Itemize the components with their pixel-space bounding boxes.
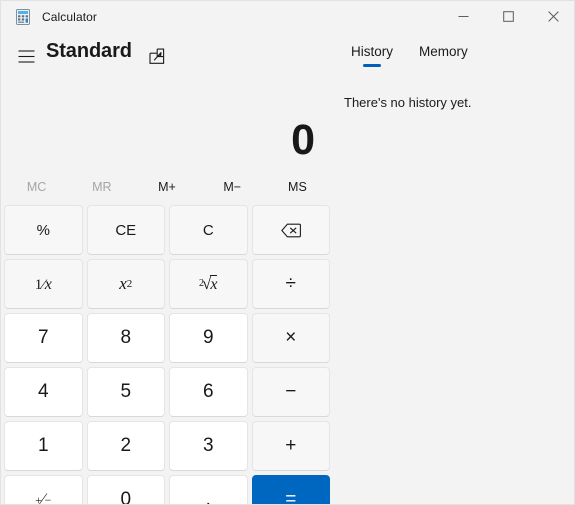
plus-minus-glyph: + ⁄ −	[35, 491, 52, 505]
memory-store-button[interactable]: MS	[265, 173, 330, 201]
title-bar-left: Calculator	[1, 1, 97, 32]
equals-button-label: =	[285, 489, 297, 505]
window-title: Calculator	[42, 9, 98, 24]
backspace-button[interactable]	[251, 205, 330, 255]
decimal-point-button-label: .	[205, 489, 211, 505]
backspace-icon	[253, 206, 330, 254]
hamburger-menu-icon[interactable]	[11, 41, 41, 71]
square-glyph: x2	[119, 274, 133, 293]
display-value: 0	[291, 116, 315, 164]
add-button-label: +	[285, 435, 297, 456]
maximize-button[interactable]	[486, 1, 531, 32]
history-empty-message: There's no history yet.	[344, 95, 472, 110]
decimal-point-button[interactable]: .	[169, 475, 248, 505]
subtract-button[interactable]: −	[251, 367, 330, 417]
digit-1-button-label: 1	[37, 435, 49, 456]
keypad-grid: % CE C 1⁄x x 2 2 √ x ÷ 7 8 9 × 4 5 6 − 1 2 3 + + ⁄ − 0. =	[4, 205, 330, 505]
tab-history[interactable]: History	[341, 40, 403, 69]
clear-button-label: C	[202, 221, 214, 239]
digit-4-button[interactable]: 4	[4, 367, 83, 417]
keep-on-top-icon[interactable]	[143, 42, 171, 70]
clear-button[interactable]: C	[169, 205, 248, 255]
digit-7-button-label: 7	[37, 327, 49, 348]
tab-memory-label: Memory	[419, 44, 468, 59]
digit-4-button-label: 4	[37, 381, 49, 402]
percent-button-label: %	[36, 221, 50, 239]
divide-button-label: ÷	[285, 273, 296, 294]
tab-inactive-indicator	[434, 64, 452, 67]
digit-0-button-label: 0	[120, 489, 132, 505]
clear-entry-button-label: CE	[115, 221, 137, 239]
equals-button[interactable]: =	[251, 475, 330, 505]
close-button[interactable]	[531, 1, 574, 32]
memory-clear-button: MC	[26, 180, 47, 194]
sqrt-glyph: 2 √ x	[199, 274, 218, 293]
digit-6-button-label: 6	[202, 381, 214, 402]
multiply-button[interactable]: ×	[251, 313, 330, 363]
memory-recall-button: MR	[92, 180, 112, 194]
window-controls	[441, 1, 574, 32]
history-memory-panel: History Memory There's no history yet.	[333, 32, 574, 504]
calculator-panel: 0 MC MR M+ M− MS % CE C 1⁄x x 2 2 √ x ÷ 7 8 9 × 4 5 6 − 1 2 3 + + ⁄…	[1, 80, 333, 505]
add-button[interactable]: +	[251, 421, 330, 471]
digit-2-button[interactable]: 2	[86, 421, 165, 471]
multiply-button-label: ×	[285, 327, 297, 348]
digit-9-button-label: 9	[202, 327, 214, 348]
percent-button[interactable]: %	[4, 205, 83, 255]
square-root-button[interactable]: 2 √ x	[169, 259, 248, 309]
digit-5-button[interactable]: 5	[86, 367, 165, 417]
subtract-button-label: −	[285, 381, 297, 402]
tab-active-indicator	[363, 64, 381, 67]
panel-tab-list: History Memory	[341, 40, 478, 69]
page-title: Standard	[46, 40, 132, 62]
digit-3-button-label: 3	[202, 435, 214, 456]
divide-button[interactable]: ÷	[251, 259, 330, 309]
calculator-icon	[15, 8, 31, 25]
reciprocal-glyph: 1⁄x	[34, 276, 52, 293]
digit-1-button[interactable]: 1	[4, 421, 83, 471]
digit-8-button[interactable]: 8	[86, 313, 165, 363]
tab-history-label: History	[351, 44, 394, 59]
digit-5-button-label: 5	[120, 381, 132, 402]
calculator-display: 0	[1, 80, 333, 168]
digit-3-button[interactable]: 3	[169, 421, 248, 471]
tab-memory[interactable]: Memory	[409, 40, 478, 69]
memory-add-button[interactable]: M+	[134, 173, 199, 201]
title-bar: Calculator	[1, 1, 574, 32]
digit-9-button[interactable]: 9	[169, 313, 248, 363]
memory-subtract-button[interactable]: M−	[200, 173, 265, 201]
digit-6-button[interactable]: 6	[169, 367, 248, 417]
digit-8-button-label: 8	[120, 327, 132, 348]
negate-button[interactable]: + ⁄ −	[4, 475, 83, 505]
clear-entry-button[interactable]: CE	[86, 205, 165, 255]
digit-0-button[interactable]: 0	[86, 475, 165, 505]
calculator-window: Calculator Standard History Memory There…	[0, 0, 575, 505]
square-button[interactable]: x2	[86, 259, 165, 309]
minimize-button[interactable]	[441, 1, 486, 32]
memory-button-row: MC MR M+ M− MS	[4, 173, 330, 201]
digit-2-button-label: 2	[120, 435, 132, 456]
reciprocal-button[interactable]: 1⁄x	[4, 259, 83, 309]
digit-7-button[interactable]: 7	[4, 313, 83, 363]
